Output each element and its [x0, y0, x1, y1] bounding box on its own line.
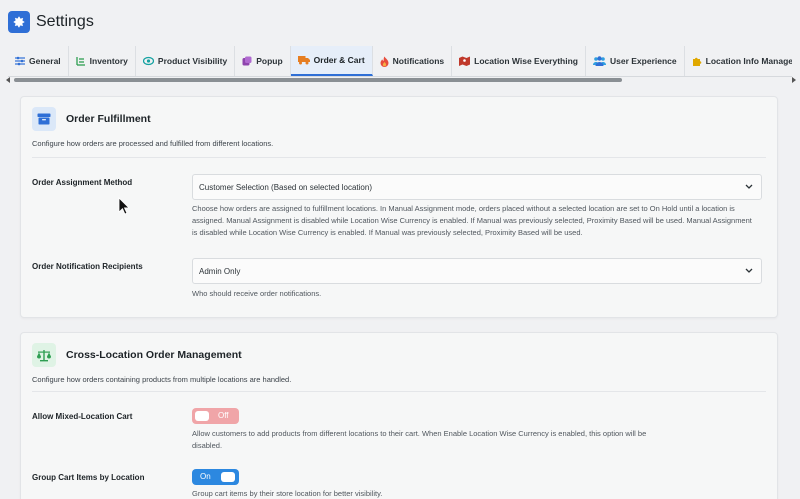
page-header: Settings	[0, 0, 800, 44]
tab-product-visibility[interactable]: Product Visibility	[136, 46, 236, 76]
divider	[32, 391, 766, 392]
tab-label: Inventory	[89, 56, 128, 66]
tab-general[interactable]: General	[8, 46, 69, 76]
tab-label: Order & Cart	[313, 55, 365, 65]
chevron-down-icon	[745, 268, 753, 273]
order-fulfillment-card: Order Fulfillment Configure how orders a…	[20, 96, 778, 318]
toggle-state: Off	[218, 411, 229, 420]
settings-tabbar: General Inventory Product Visibility Pop…	[8, 46, 792, 77]
card-description: Configure how orders are processed and f…	[32, 139, 274, 148]
allow-mixed-location-cart-label: Allow Mixed-Location Cart	[32, 412, 133, 421]
truck-icon	[297, 56, 310, 65]
tab-label: Popup	[256, 56, 283, 66]
card-title: Cross-Location Order Management	[66, 349, 242, 361]
order-notification-help: Who should receive order notifications.	[192, 289, 322, 298]
group-cart-items-label: Group Cart Items by Location	[32, 473, 145, 482]
allow-mixed-location-cart-toggle[interactable]: Off	[192, 408, 239, 424]
mouse-cursor-icon	[118, 197, 130, 215]
users-icon	[593, 56, 606, 66]
order-assignment-method-label: Order Assignment Method	[32, 178, 133, 187]
tabbar-scrollbar[interactable]	[6, 77, 796, 83]
order-notification-recipients-label: Order Notification Recipients	[32, 262, 143, 271]
eye-icon	[142, 56, 154, 66]
tab-label: General	[29, 56, 61, 66]
select-value: Customer Selection (Based on selected lo…	[199, 182, 372, 192]
tab-label: Notifications	[392, 56, 445, 66]
scroll-left-icon[interactable]	[6, 77, 10, 83]
sliders-icon	[15, 56, 25, 66]
toggle-knob	[195, 411, 209, 421]
list-icon	[76, 57, 85, 66]
puzzle-icon	[692, 57, 701, 66]
tab-location-info-management[interactable]: Location Info Management	[685, 46, 792, 76]
tab-label: Location Wise Everything	[474, 56, 578, 66]
card-title: Order Fulfillment	[66, 113, 151, 125]
order-assignment-help: Choose how orders are assigned to fulfil…	[192, 204, 752, 237]
card-header: Order Fulfillment	[32, 107, 151, 131]
group-cart-help: Group cart items by their store location…	[192, 489, 383, 498]
gear-icon	[8, 11, 30, 33]
order-notification-recipients-select[interactable]: Admin Only	[192, 258, 762, 284]
tab-location-wise-everything[interactable]: Location Wise Everything	[452, 46, 586, 76]
flame-icon	[380, 56, 389, 67]
tab-label: Location Info Management	[705, 56, 792, 66]
group-cart-items-toggle[interactable]: On	[192, 469, 239, 485]
scrollbar-thumb[interactable]	[14, 78, 622, 82]
chevron-down-icon	[745, 184, 753, 189]
map-icon	[459, 56, 471, 66]
order-assignment-method-select[interactable]: Customer Selection (Based on selected lo…	[192, 174, 762, 200]
scale-icon	[32, 343, 56, 367]
page-title: Settings	[36, 13, 94, 30]
box-icon	[32, 107, 56, 131]
card-description: Configure how orders containing products…	[32, 375, 292, 384]
tab-inventory[interactable]: Inventory	[69, 46, 136, 76]
tab-label: Product Visibility	[157, 56, 228, 66]
cross-location-card: Cross-Location Order Management Configur…	[20, 332, 778, 499]
popup-icon	[242, 56, 252, 66]
mixed-cart-help: Allow customers to add products from dif…	[192, 429, 647, 450]
tab-order-cart[interactable]: Order & Cart	[290, 46, 373, 76]
tab-popup[interactable]: Popup	[235, 46, 291, 76]
tab-notifications[interactable]: Notifications	[373, 46, 453, 76]
divider	[32, 157, 766, 158]
tab-user-experience[interactable]: User Experience	[586, 46, 685, 76]
select-value: Admin Only	[199, 266, 241, 276]
toggle-knob	[221, 472, 235, 482]
card-header: Cross-Location Order Management	[32, 343, 242, 367]
scroll-right-icon[interactable]	[792, 77, 796, 83]
toggle-state: On	[200, 472, 211, 481]
tab-label: User Experience	[610, 56, 677, 66]
